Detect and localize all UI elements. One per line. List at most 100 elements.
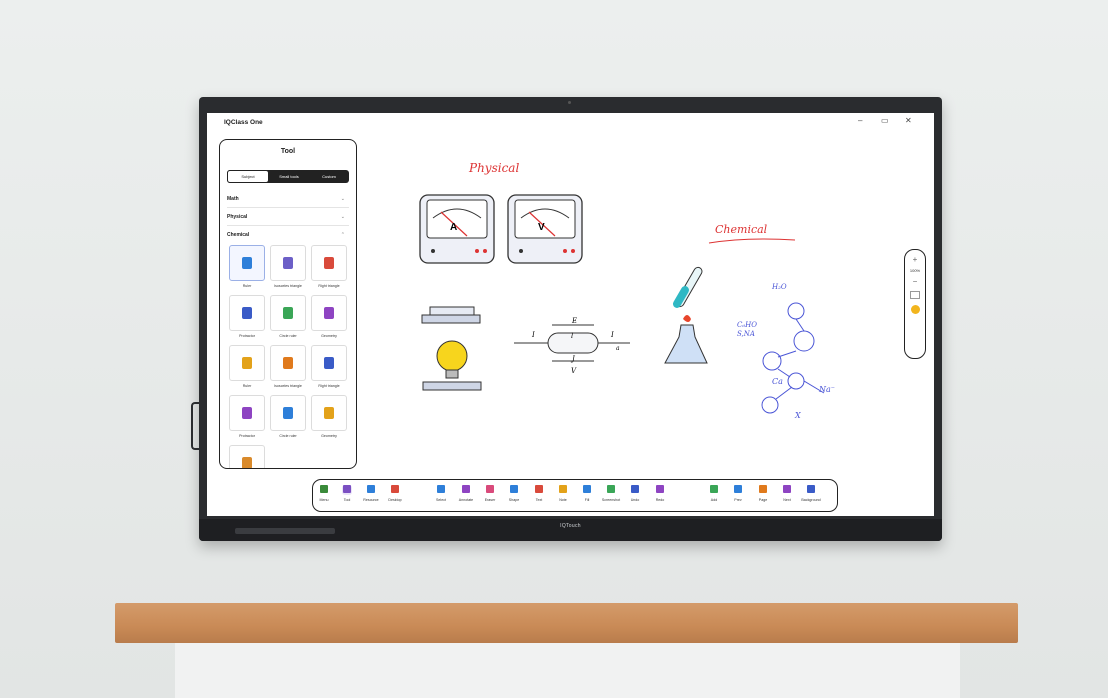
tool-item-tile[interactable] bbox=[270, 395, 306, 431]
wire-label-i: I bbox=[532, 331, 535, 339]
tool-item-tile[interactable] bbox=[270, 345, 306, 381]
tool-item-label: Geometry bbox=[321, 434, 337, 438]
tool-item-tile[interactable] bbox=[229, 295, 265, 331]
tool-item[interactable]: Protractor bbox=[229, 295, 265, 338]
text-icon bbox=[534, 485, 544, 495]
fit-icon[interactable] bbox=[910, 291, 920, 299]
tool-item[interactable]: Isosceles triangle bbox=[270, 345, 306, 388]
maximize-button[interactable]: ▭ bbox=[881, 116, 889, 125]
tool-item-label: Isosceles triangle bbox=[274, 284, 302, 288]
tool-item[interactable]: Ruler bbox=[229, 245, 265, 288]
tool-item-tile[interactable] bbox=[229, 345, 265, 381]
chem-note-x: X bbox=[795, 411, 801, 420]
chem-note-formula: S,NA bbox=[737, 330, 755, 338]
tool-item-tile[interactable] bbox=[311, 245, 347, 281]
toolbar-desktop-button[interactable]: Desktop bbox=[380, 484, 410, 502]
bottom-bezel: IQTouch bbox=[199, 519, 942, 541]
tool-item[interactable]: Isosceles triangle bbox=[270, 245, 306, 288]
close-button[interactable]: ✕ bbox=[905, 116, 912, 125]
category-label: Chemical bbox=[227, 232, 250, 238]
tool-item[interactable]: Protractor bbox=[229, 395, 265, 438]
tool-item-tile[interactable] bbox=[229, 445, 265, 468]
tool-item[interactable]: Geometry bbox=[311, 395, 347, 438]
side-handle bbox=[191, 402, 203, 450]
add-page-icon bbox=[709, 485, 719, 495]
stand-icon bbox=[324, 357, 334, 369]
underline-stroke bbox=[708, 238, 796, 244]
zoom-in-button[interactable]: + bbox=[905, 254, 925, 265]
tool-item[interactable]: Ruler bbox=[229, 345, 265, 388]
tool-tabs: Subject Small tools Custom bbox=[227, 170, 349, 183]
camera bbox=[568, 101, 571, 104]
tool-item-tile[interactable] bbox=[270, 245, 306, 281]
prev-icon bbox=[733, 485, 743, 495]
tool-item-label: Circle ruler bbox=[279, 334, 297, 338]
wooden-shelf bbox=[115, 603, 1018, 643]
tool-item-tile[interactable] bbox=[311, 345, 347, 381]
tool-item-label: Ruler bbox=[242, 384, 252, 388]
pyramid-icon bbox=[242, 407, 252, 419]
round-flask-icon bbox=[324, 307, 334, 319]
test-tube-icon bbox=[324, 257, 334, 269]
chem-note-formula: C₆HO bbox=[737, 321, 758, 329]
thermometer-icon bbox=[283, 407, 293, 419]
screenshot-icon bbox=[606, 485, 616, 495]
category-chemical[interactable]: Chemical ⌃ bbox=[227, 228, 349, 243]
category-label: Math bbox=[227, 196, 239, 202]
dropper-icon bbox=[324, 407, 334, 419]
toolbar-background-button[interactable]: Background bbox=[796, 484, 826, 502]
flask-icon bbox=[283, 257, 293, 269]
beaker-icon bbox=[242, 257, 252, 269]
chem-note-na: Na⁻ bbox=[819, 385, 835, 394]
resource-icon bbox=[366, 485, 376, 495]
tool-item-tile[interactable] bbox=[311, 395, 347, 431]
toolbox-icon bbox=[342, 485, 352, 495]
wire-label-l: l bbox=[571, 332, 574, 340]
tab-small-tools[interactable]: Small tools bbox=[269, 170, 309, 183]
textured-block-icon bbox=[242, 457, 252, 468]
pen-icon bbox=[461, 485, 471, 495]
redo-icon bbox=[655, 485, 665, 495]
wire-label-i: I bbox=[611, 331, 614, 339]
category-physical[interactable]: Physical ⌄ bbox=[227, 210, 349, 226]
tool-item[interactable]: Right triangle bbox=[311, 245, 347, 288]
tool-item-tile[interactable] bbox=[229, 395, 265, 431]
app-title: IQClass One bbox=[224, 119, 263, 126]
fill-icon bbox=[582, 485, 592, 495]
tool-item-label: Right triangle bbox=[318, 284, 340, 288]
tool-item-label: Protractor bbox=[239, 334, 255, 338]
pin-icon bbox=[283, 357, 293, 369]
tool-item[interactable] bbox=[229, 445, 265, 468]
tab-custom[interactable]: Custom bbox=[309, 170, 349, 183]
chem-note-ca: Ca bbox=[772, 377, 783, 386]
chevron-up-icon: ⌃ bbox=[340, 232, 345, 238]
zoom-out-button[interactable]: − bbox=[905, 276, 925, 287]
burner-flask-illustration bbox=[664, 266, 708, 364]
tool-item-tile[interactable] bbox=[270, 295, 306, 331]
category-math[interactable]: Math ⌄ bbox=[227, 192, 349, 208]
tool-item[interactable]: Circle ruler bbox=[270, 295, 306, 338]
bulb-illustration bbox=[422, 340, 482, 391]
display-bezel: IQClass One – ▭ ✕ Tool Subject Small too… bbox=[199, 97, 942, 541]
desktop-icon bbox=[390, 485, 400, 495]
tool-item-tile[interactable] bbox=[311, 295, 347, 331]
hand-icon[interactable] bbox=[910, 305, 920, 314]
tool-item[interactable]: Circle ruler bbox=[270, 395, 306, 438]
tool-item-label: Right triangle bbox=[318, 384, 340, 388]
annotation-chemical: Chemical bbox=[715, 223, 768, 236]
molecule-sketch bbox=[761, 302, 825, 414]
tab-subject[interactable]: Subject bbox=[227, 170, 269, 183]
tool-item-tile[interactable] bbox=[229, 245, 265, 281]
triangle-icon bbox=[509, 485, 519, 495]
undo-icon bbox=[630, 485, 640, 495]
tool-item[interactable]: Right triangle bbox=[311, 345, 347, 388]
screen: IQClass One – ▭ ✕ Tool Subject Small too… bbox=[207, 113, 934, 516]
tool-item[interactable]: Geometry bbox=[311, 295, 347, 338]
chem-note-h2o: H₂O bbox=[772, 283, 787, 291]
meter-label: V bbox=[538, 222, 545, 233]
tool-item-label: Protractor bbox=[239, 434, 255, 438]
toolbar-label: Desktop bbox=[388, 498, 402, 502]
toolbar-redo-button[interactable]: Redo bbox=[645, 484, 675, 502]
minimize-button[interactable]: – bbox=[858, 116, 862, 125]
tool-item-label: Circle ruler bbox=[279, 434, 297, 438]
